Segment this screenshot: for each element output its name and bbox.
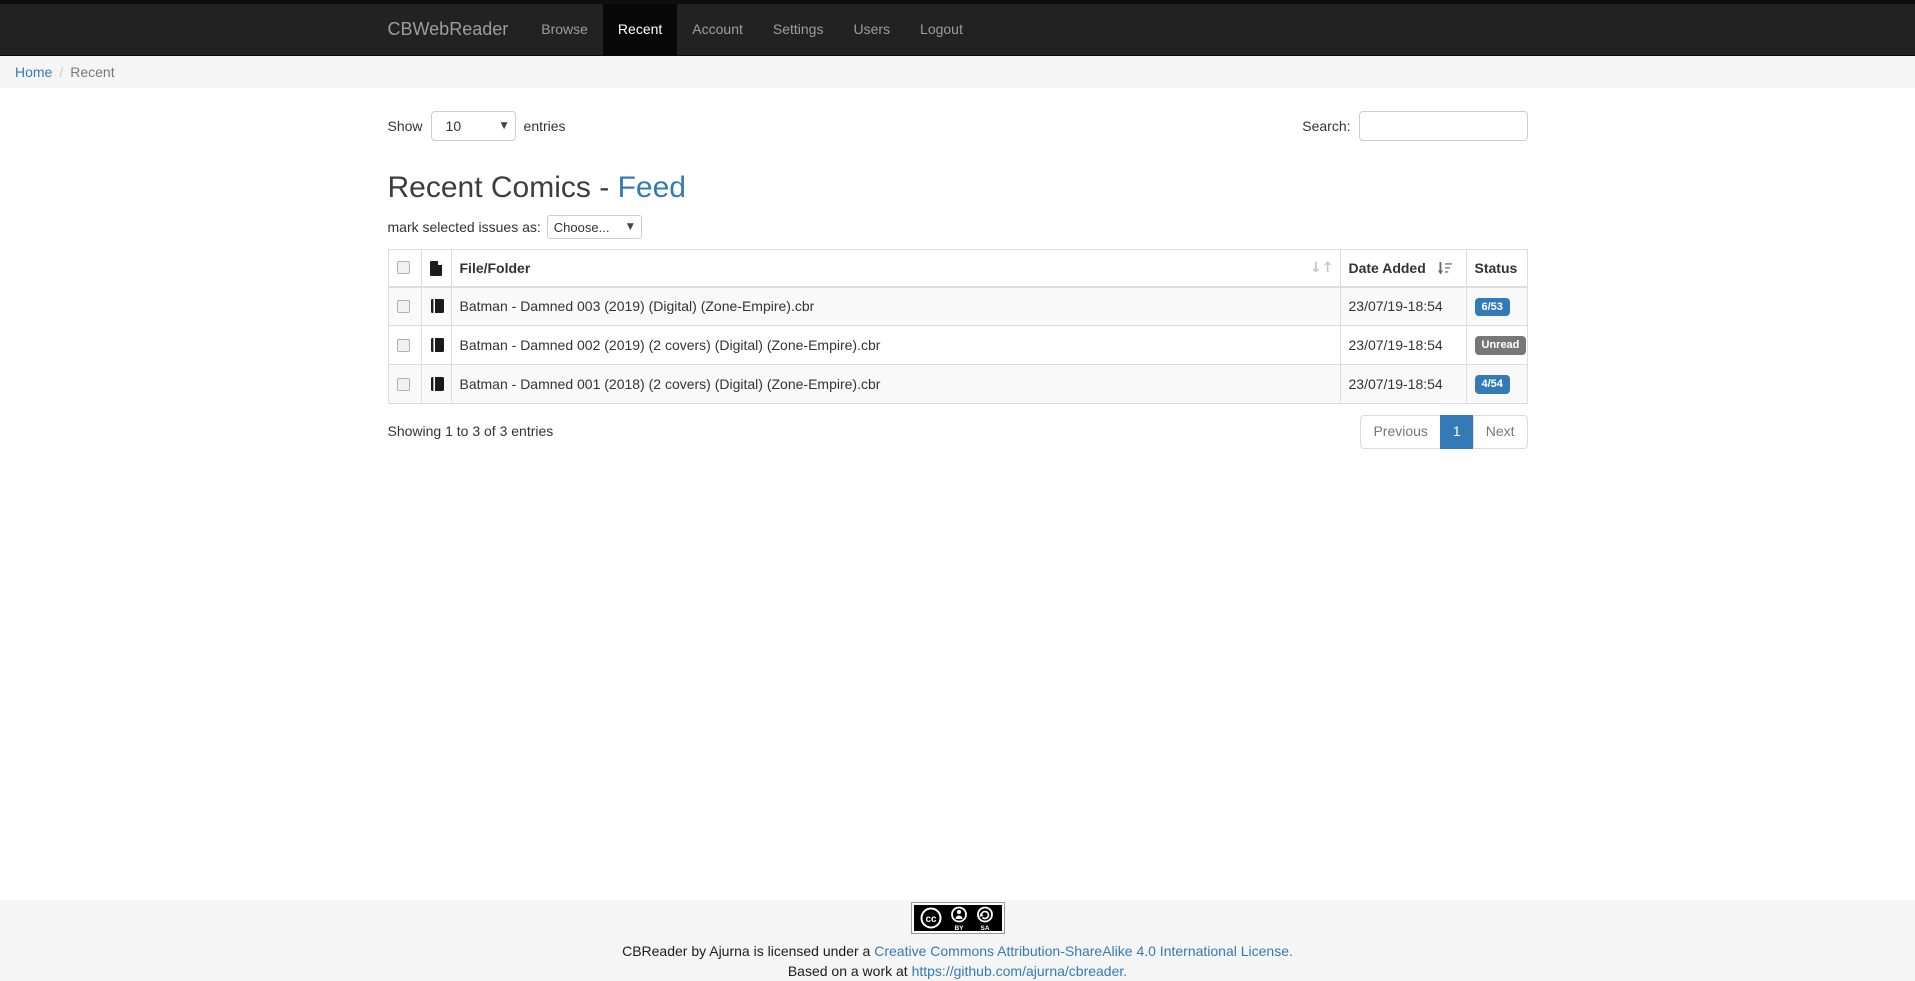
select-all-header-cell: [388, 250, 421, 287]
book-icon: [430, 298, 445, 314]
file-folder-header-label: File/Folder: [460, 260, 531, 276]
pagination-next-button[interactable]: Next: [1473, 415, 1528, 449]
creative-commons-by-sa-badge-icon[interactable]: cc BY SA: [911, 902, 1005, 934]
nav-item-users[interactable]: Users: [838, 4, 905, 55]
date-added-header-label: Date Added: [1349, 260, 1426, 276]
date-added-cell: 23/07/19-18:54: [1340, 287, 1466, 326]
page-length-control: Show 10 ▼ entries: [388, 111, 566, 141]
main-content: Show 10 ▼ entries Search: Recent Comics …: [0, 88, 1915, 900]
column-header-file-folder[interactable]: File/Folder ↓↑: [451, 250, 1340, 287]
column-header-status[interactable]: Status: [1466, 250, 1527, 287]
date-added-cell: 23/07/19-18:54: [1340, 326, 1466, 365]
brand-title[interactable]: CBWebReader: [388, 4, 509, 55]
status-header-label: Status: [1475, 260, 1518, 276]
entries-count-select[interactable]: 10: [431, 111, 516, 141]
mark-selected-label: mark selected issues as:: [388, 219, 541, 235]
status-badge: Unread: [1475, 336, 1527, 354]
book-icon: [430, 337, 445, 353]
breadcrumb: Home/Recent: [0, 56, 1915, 88]
status-badge: 6/53: [1475, 298, 1510, 316]
navbar: CBWebReader Browse Recent Account Settin…: [0, 4, 1915, 56]
book-icon: [430, 376, 445, 392]
file-icon: [430, 260, 443, 276]
status-badge: 4/54: [1475, 375, 1510, 393]
table-footer: Showing 1 to 3 of 3 entries Previous 1 N…: [388, 415, 1528, 449]
page-title: Recent Comics - Feed: [388, 171, 1528, 205]
svg-text:BY: BY: [954, 925, 964, 932]
svg-text:cc: cc: [925, 914, 937, 925]
license-link[interactable]: Creative Commons Attribution-ShareAlike …: [874, 943, 1293, 959]
select-all-checkbox[interactable]: [397, 261, 410, 274]
comic-file-link[interactable]: Batman - Damned 003 (2019) (Digital) (Zo…: [451, 287, 1340, 326]
entries-label: entries: [524, 118, 566, 134]
comic-file-link[interactable]: Batman - Damned 002 (2019) (2 covers) (D…: [451, 326, 1340, 365]
comic-file-link[interactable]: Batman - Damned 001 (2018) (2 covers) (D…: [451, 365, 1340, 404]
license-line: CBReader by Ajurna is licensed under a C…: [0, 941, 1915, 961]
nav-item-account[interactable]: Account: [677, 4, 758, 55]
table-row: Batman - Damned 001 (2018) (2 covers) (D…: [388, 365, 1527, 404]
github-link[interactable]: https://github.com/ajurna/cbreader.: [912, 963, 1128, 979]
svg-text:SA: SA: [980, 925, 989, 932]
pagination-previous-button[interactable]: Previous: [1360, 415, 1440, 449]
breadcrumb-home-link[interactable]: Home: [15, 64, 52, 80]
show-label: Show: [388, 118, 423, 134]
table-body: Batman - Damned 003 (2019) (Digital) (Zo…: [388, 287, 1527, 404]
file-type-header-cell: [421, 250, 451, 287]
nav-item-browse[interactable]: Browse: [526, 4, 603, 55]
row-checkbox[interactable]: [397, 339, 410, 352]
pagination-page-1-button[interactable]: 1: [1440, 415, 1474, 449]
recent-comics-table: File/Folder ↓↑ Date Added Status: [388, 249, 1528, 404]
page-footer: cc BY SA CBReader by Ajurna is licensed …: [0, 900, 1915, 981]
nav-item-logout[interactable]: Logout: [905, 4, 978, 55]
table-row: Batman - Damned 003 (2019) (Digital) (Zo…: [388, 287, 1527, 326]
breadcrumb-current: Recent: [70, 64, 114, 80]
search-label: Search:: [1302, 118, 1350, 134]
pagination: Previous 1 Next: [1360, 415, 1527, 449]
row-checkbox[interactable]: [397, 300, 410, 313]
source-text: Based on a work at: [788, 963, 908, 979]
table-controls: Show 10 ▼ entries Search:: [388, 88, 1528, 141]
date-added-cell: 23/07/19-18:54: [1340, 365, 1466, 404]
nav-item-recent[interactable]: Recent: [603, 4, 677, 55]
table-header-row: File/Folder ↓↑ Date Added Status: [388, 250, 1527, 287]
nav-item-settings[interactable]: Settings: [758, 4, 839, 55]
table-row: Batman - Damned 002 (2019) (2 covers) (D…: [388, 326, 1527, 365]
feed-link[interactable]: Feed: [618, 171, 686, 204]
row-checkbox[interactable]: [397, 378, 410, 391]
main-nav: Browse Recent Account Settings Users Log…: [526, 4, 978, 55]
page-title-text: Recent Comics -: [388, 171, 618, 204]
license-text: CBReader by Ajurna is licensed under a: [622, 943, 870, 959]
mark-as-select[interactable]: Choose...: [547, 215, 642, 239]
mark-selected-control: mark selected issues as: Choose... ▼: [388, 215, 1528, 239]
sort-descending-icon: [1438, 262, 1453, 275]
source-line: Based on a work at https://github.com/aj…: [0, 961, 1915, 981]
entries-summary: Showing 1 to 3 of 3 entries: [388, 415, 554, 439]
breadcrumb-separator: /: [52, 64, 70, 80]
search-input[interactable]: [1359, 111, 1528, 141]
sort-both-icon: ↓↑: [1310, 260, 1333, 276]
search-control: Search:: [1302, 111, 1527, 141]
column-header-date-added[interactable]: Date Added: [1340, 250, 1466, 287]
